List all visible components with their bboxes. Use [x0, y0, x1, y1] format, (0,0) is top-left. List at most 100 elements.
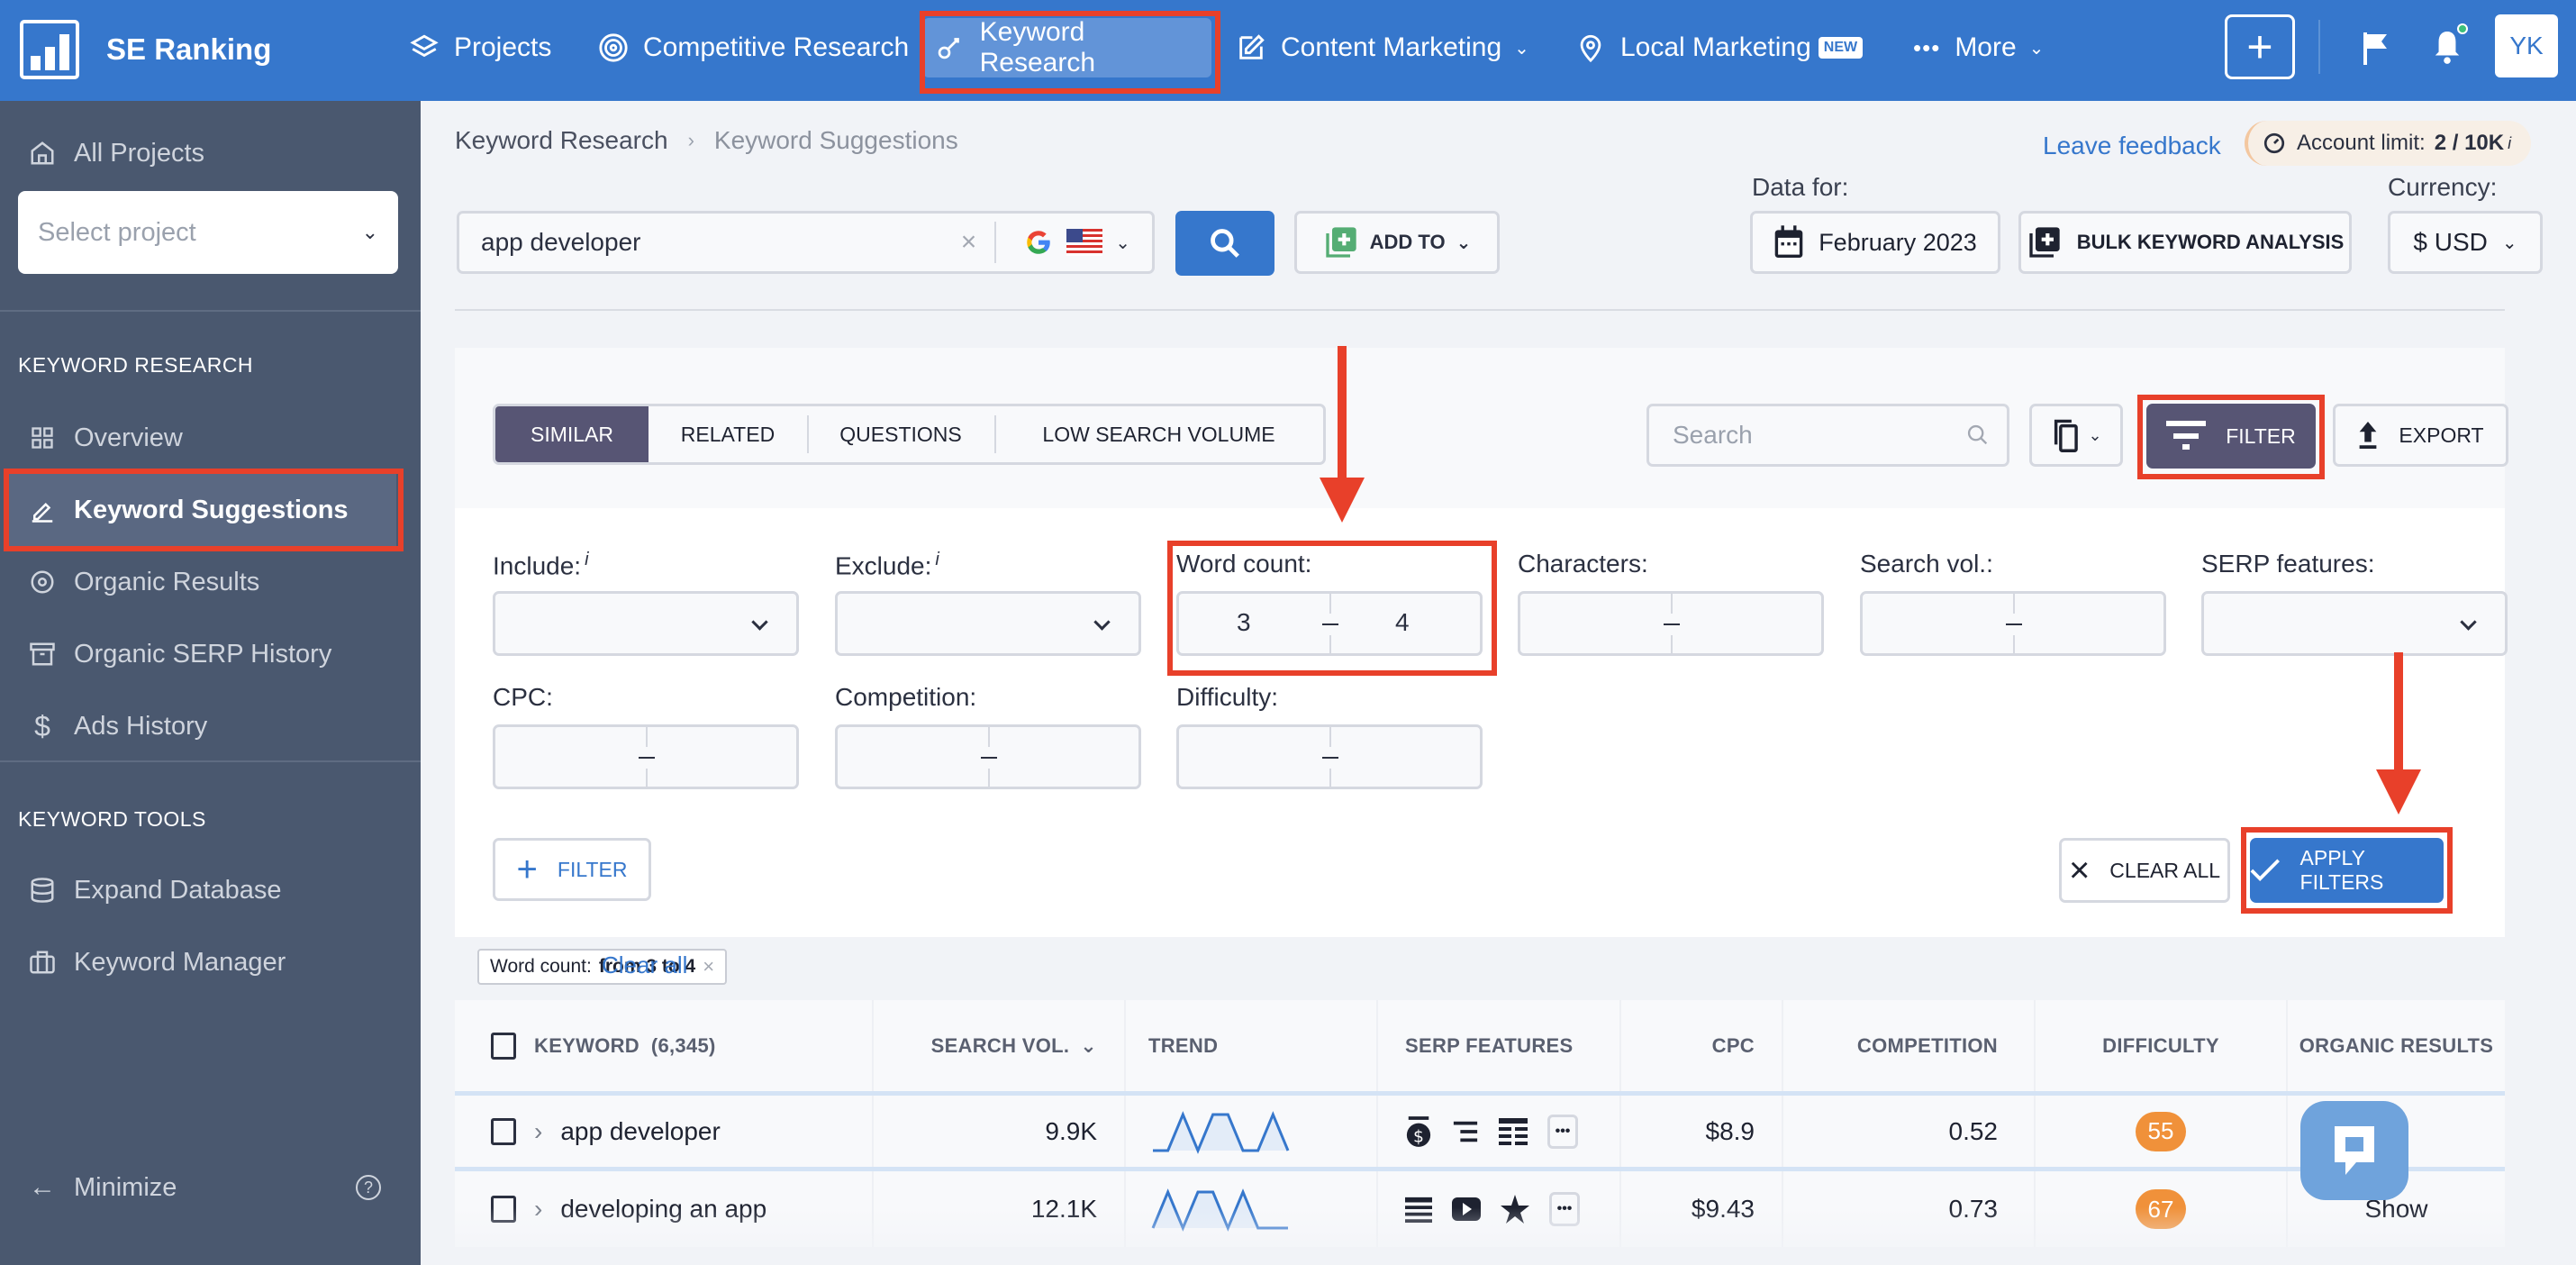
sidebar-item-overview[interactable]: Overview — [0, 402, 421, 474]
sidebar-item-organic-serp-history[interactable]: Organic SERP History — [0, 618, 421, 690]
tab-related[interactable]: RELATED — [649, 406, 807, 462]
column-competition[interactable]: COMPETITION — [1783, 1000, 2036, 1091]
sidebar-item-organic-results[interactable]: Organic Results — [0, 546, 421, 618]
column-serp-features[interactable]: SERP FEATURES — [1378, 1000, 1621, 1091]
select-all-checkbox[interactable] — [491, 1032, 516, 1060]
divider — [0, 760, 421, 762]
nav-competitive-research[interactable]: Competitive Research — [585, 18, 921, 77]
serp-features-dropdown[interactable] — [2201, 591, 2508, 656]
clear-all-button[interactable]: × CLEAR ALL — [2059, 838, 2230, 903]
notifications-button[interactable] — [2432, 23, 2468, 71]
select-project-dropdown[interactable]: Select project ⌄ — [18, 191, 398, 274]
avatar[interactable]: YK — [2495, 14, 2558, 77]
archive-icon — [27, 641, 58, 668]
column-cpc[interactable]: CPC — [1621, 1000, 1783, 1091]
top-navigation: SE Ranking Projects Competitive Research… — [0, 0, 2576, 101]
competition-label: Competition: — [835, 683, 977, 711]
apply-filters-button[interactable]: APPLY FILTERS — [2250, 838, 2444, 903]
leave-feedback-link[interactable]: Leave feedback — [2043, 132, 2221, 160]
divider — [2318, 20, 2320, 74]
add-to-label: ADD TO — [1369, 231, 1446, 253]
flag-icon[interactable] — [2362, 31, 2390, 67]
keyword-search-input[interactable]: app developer × ⌄ — [457, 211, 1155, 274]
sidebar-item-ads-history[interactable]: $ Ads History — [0, 690, 421, 762]
breadcrumb-item[interactable]: Keyword Research — [455, 126, 668, 155]
tab-low-search-volume[interactable]: LOW SEARCH VOLUME — [994, 406, 1323, 462]
nav-keyword-research[interactable]: Keyword Research — [923, 17, 1211, 77]
include-dropdown[interactable] — [493, 591, 799, 656]
exclude-dropdown[interactable] — [835, 591, 1141, 656]
export-button[interactable]: EXPORT — [2333, 404, 2508, 467]
copy-button[interactable]: ⌄ — [2029, 404, 2123, 467]
nav-local-marketing[interactable]: Local Marketing NEW — [1563, 18, 1875, 77]
more-serp-features-button[interactable]: ••• — [1549, 1192, 1580, 1226]
dollar-icon: $ — [34, 709, 50, 742]
row-checkbox[interactable] — [491, 1196, 516, 1223]
chat-widget-button[interactable] — [2300, 1101, 2408, 1200]
help-icon[interactable]: ? — [356, 1175, 381, 1200]
expand-chevron-icon[interactable]: › — [534, 1195, 542, 1224]
home-icon — [27, 140, 58, 167]
nav-content-marketing[interactable]: Content Marketing ⌄ — [1223, 18, 1542, 77]
keyword-cell[interactable]: developing an app — [560, 1195, 766, 1224]
filter-toggle-button[interactable]: FILTER — [2146, 404, 2316, 469]
nav-label: More — [1955, 32, 2017, 62]
more-serp-features-button[interactable]: ••• — [1547, 1114, 1578, 1149]
column-difficulty[interactable]: DIFFICULTY — [2036, 1000, 2288, 1091]
table-icon — [1499, 1117, 1528, 1145]
nav-more[interactable]: ••• More ⌄ — [1900, 18, 2056, 77]
search-vol-cell: 9.9K — [874, 1096, 1126, 1167]
difficulty-range[interactable] — [1176, 724, 1483, 789]
dots-icon: ••• — [1913, 33, 1941, 61]
sidebar-item-keyword-suggestions[interactable]: Keyword Suggestions — [9, 474, 396, 546]
nav-projects[interactable]: Projects — [396, 18, 564, 77]
sidebar-item-label: Organic Results — [74, 567, 260, 596]
row-checkbox[interactable] — [491, 1117, 516, 1145]
sidebar-item-keyword-manager[interactable]: Keyword Manager — [0, 926, 421, 998]
create-button[interactable]: + — [2225, 14, 2295, 79]
column-keyword[interactable]: KEYWORD (6,345) — [455, 1000, 874, 1091]
sidebar-item-all-projects[interactable]: All Projects — [0, 117, 421, 189]
table-row[interactable]: › app developer 9.9K $ ••• $8.9 0.52 55 — [455, 1096, 2505, 1171]
search-vol-range[interactable] — [1860, 591, 2166, 656]
tab-questions[interactable]: QUESTIONS — [807, 406, 994, 462]
word-count-range[interactable]: 3 4 — [1176, 591, 1483, 656]
word-count-label: Word count: — [1176, 550, 1312, 578]
table-row[interactable]: › developing an app 12.1K ••• $9.43 0.73 … — [455, 1171, 2505, 1247]
date-picker-button[interactable]: February 2023 — [1750, 211, 2000, 274]
competition-range[interactable] — [835, 724, 1141, 789]
tab-similar[interactable]: SIMILAR — [495, 406, 649, 462]
column-trend[interactable]: TREND — [1126, 1000, 1378, 1091]
select-placeholder: Select project — [38, 217, 196, 247]
characters-range[interactable] — [1518, 591, 1824, 656]
search-engine-selector[interactable]: ⌄ — [1023, 227, 1130, 258]
add-filter-button[interactable]: + FILTER — [493, 838, 651, 901]
currency-dropdown[interactable]: $ USD ⌄ — [2388, 211, 2543, 274]
info-icon[interactable]: i — [2508, 134, 2511, 153]
date-value: February 2023 — [1819, 228, 1977, 256]
search-button[interactable] — [1175, 211, 1274, 276]
word-count-from[interactable]: 3 — [1237, 608, 1251, 637]
expand-chevron-icon[interactable]: › — [534, 1117, 542, 1146]
table-search-input[interactable]: Search — [1646, 404, 2009, 467]
sidebar-item-label: Minimize — [74, 1172, 177, 1202]
clear-all-link[interactable]: Clear all — [602, 951, 687, 979]
sidebar-item-label: Ads History — [74, 711, 208, 741]
column-search-vol[interactable]: SEARCH VOL. ⌄ — [874, 1000, 1126, 1091]
keyword-cell[interactable]: app developer — [560, 1117, 720, 1146]
bulk-keyword-analysis-button[interactable]: BULK KEYWORD ANALYSIS — [2018, 211, 2352, 274]
notification-dot — [2457, 23, 2468, 34]
characters-label: Characters: — [1518, 550, 1648, 578]
clear-icon[interactable]: × — [961, 227, 977, 258]
plus-icon: + — [516, 850, 538, 889]
remove-filter-icon[interactable]: × — [703, 955, 714, 978]
word-count-to[interactable]: 4 — [1395, 608, 1410, 637]
sort-chevron-icon: ⌄ — [1080, 1033, 1097, 1057]
add-to-button[interactable]: ADD TO ⌄ — [1294, 211, 1500, 274]
sidebar-item-expand-database[interactable]: Expand Database — [0, 854, 421, 926]
column-organic-results[interactable]: ORGANIC RESULTS — [2288, 1000, 2505, 1091]
target-icon — [599, 33, 628, 62]
difficulty-badge: 67 — [2136, 1189, 2186, 1229]
logo[interactable]: SE Ranking — [20, 20, 271, 79]
cpc-range[interactable] — [493, 724, 799, 789]
